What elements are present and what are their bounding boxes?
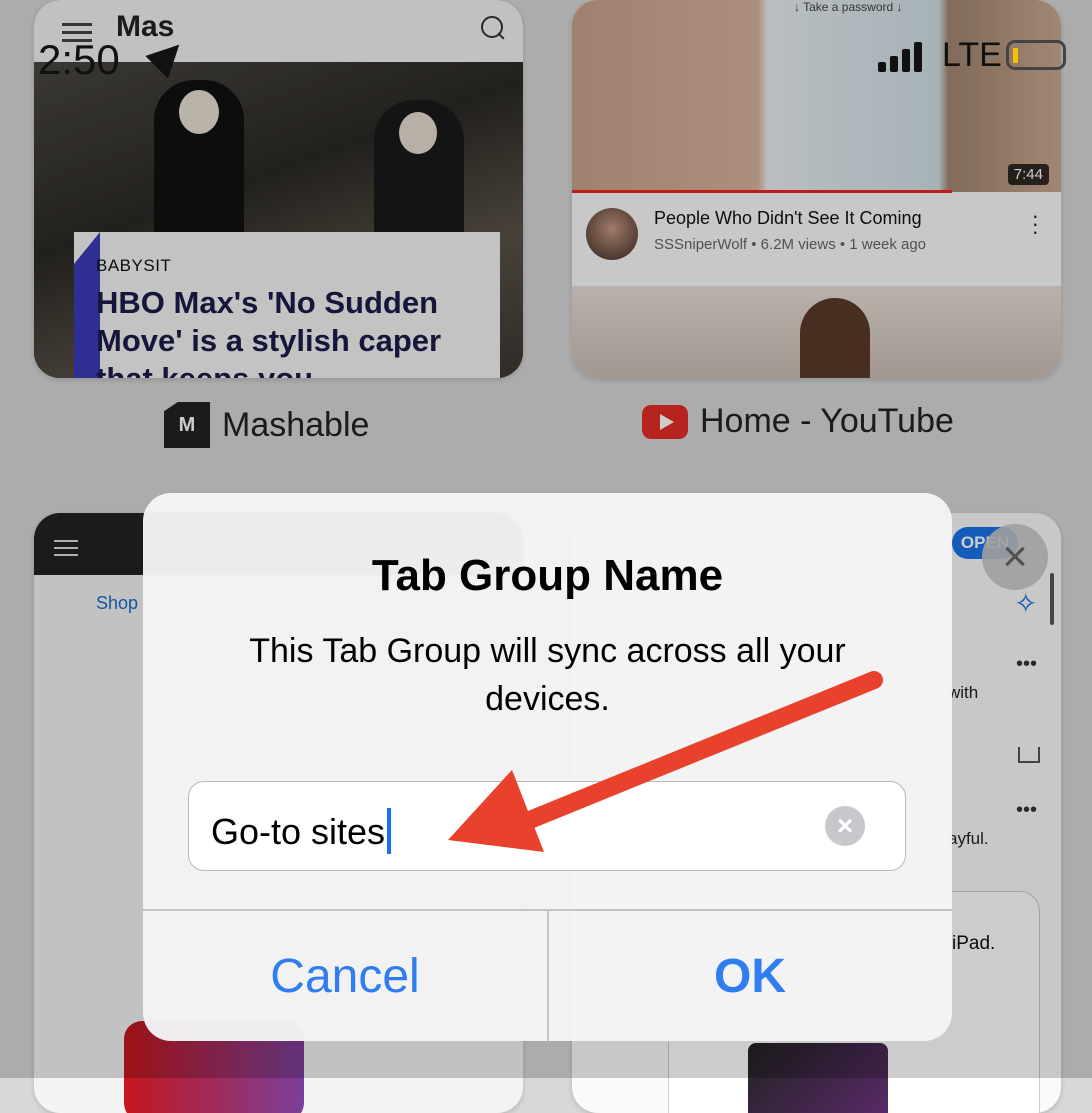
dialog-title: Tab Group Name bbox=[371, 551, 724, 600]
ok-button[interactable]: OK bbox=[548, 911, 952, 1041]
network-type: LTE bbox=[942, 36, 1002, 74]
field-value[interactable]: Go-to sites bbox=[211, 808, 392, 854]
dialog-message: This Tab Group will sync across all your… bbox=[249, 632, 846, 718]
signal-icon bbox=[878, 40, 922, 72]
status-time: 2:50 bbox=[38, 36, 120, 83]
clear-text-icon[interactable]: × bbox=[825, 806, 865, 846]
tab-group-name-field[interactable]: Go-to sites × bbox=[188, 781, 906, 871]
cancel-button[interactable]: Cancel bbox=[143, 911, 547, 1041]
field-text: Go-to sites bbox=[211, 811, 386, 852]
battery-icon bbox=[1006, 40, 1066, 70]
text-cursor bbox=[387, 808, 392, 854]
tab-group-name-dialog: Tab Group Name This Tab Group will sync … bbox=[143, 493, 952, 1041]
